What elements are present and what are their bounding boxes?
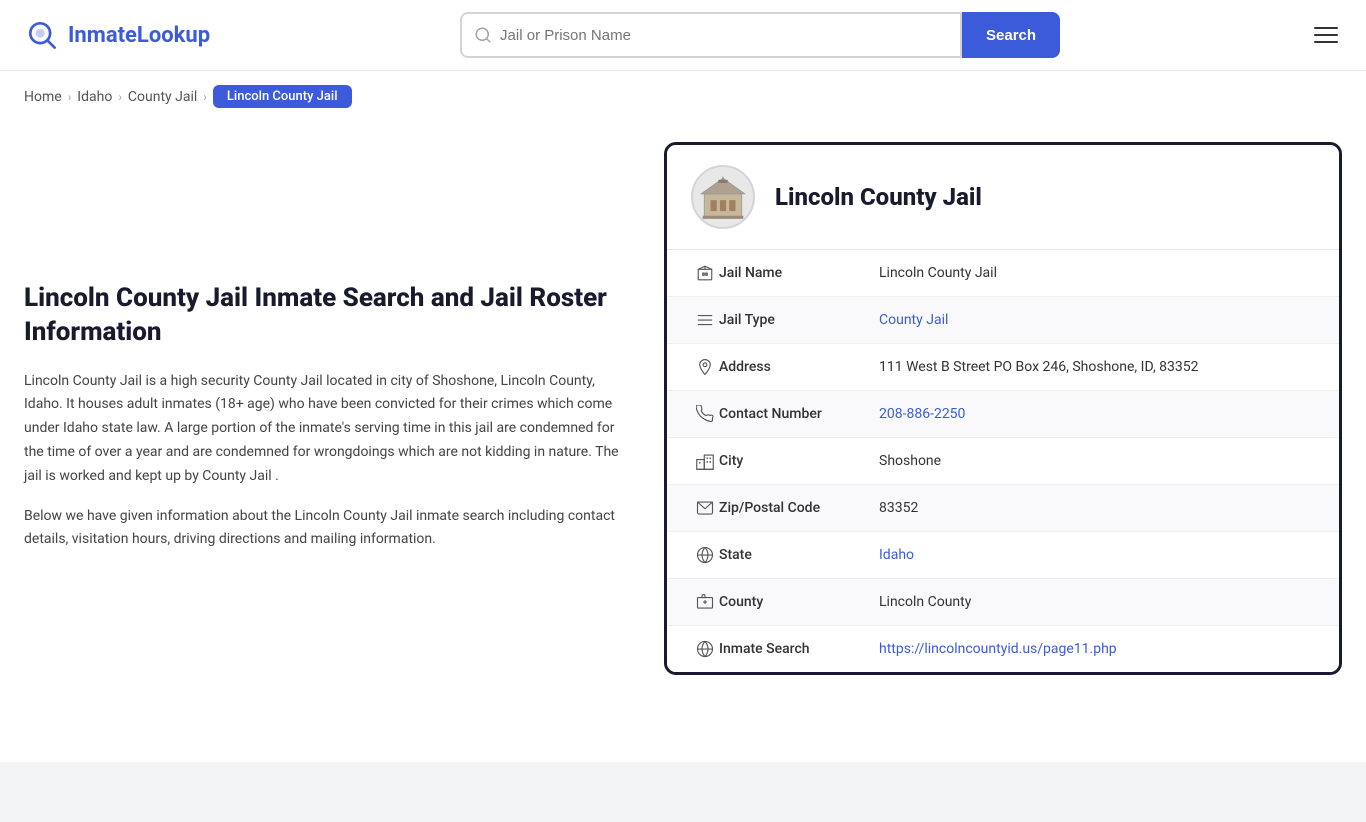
building-icon: [691, 264, 719, 282]
info-row-label: State: [719, 547, 879, 563]
right-panel: Lincoln County Jail Jail Name Lincoln Co…: [664, 142, 1342, 702]
info-row: Contact Number 208-886-2250: [667, 391, 1339, 438]
info-row-label: Jail Type: [719, 312, 879, 328]
mail-icon: [691, 499, 719, 517]
web-icon: [691, 640, 719, 658]
info-row-value-cell: Shoshone: [879, 453, 1315, 469]
info-row-label: Inmate Search: [719, 641, 879, 657]
info-row: City Shoshone: [667, 438, 1339, 485]
hamburger-menu[interactable]: [1310, 23, 1342, 47]
info-row-value: Lincoln County: [879, 594, 971, 610]
search-button[interactable]: Search: [962, 12, 1060, 58]
info-row-value: Lincoln County Jail: [879, 265, 997, 281]
chevron-icon-1: ›: [68, 90, 72, 104]
info-row-value-cell: 111 West B Street PO Box 246, Shoshone, …: [879, 359, 1315, 375]
footer-bar: [0, 762, 1366, 822]
info-row-value-cell: Lincoln County Jail: [879, 265, 1315, 281]
info-row-link[interactable]: County Jail: [879, 312, 948, 328]
info-card: Lincoln County Jail Jail Name Lincoln Co…: [664, 142, 1342, 675]
info-row-link[interactable]: https://lincolncountyid.us/page11.php: [879, 641, 1117, 657]
hamburger-line-1: [1314, 27, 1338, 29]
search-input[interactable]: [500, 27, 948, 44]
search-input-wrapper: [460, 12, 962, 58]
info-row-value-cell: 208-886-2250: [879, 406, 1315, 422]
hamburger-line-3: [1314, 41, 1338, 43]
info-row-value: 83352: [879, 500, 918, 516]
location-icon: [691, 358, 719, 376]
info-row-label: Jail Name: [719, 265, 879, 281]
jail-avatar: [691, 165, 755, 229]
breadcrumb-active: Lincoln County Jail: [213, 85, 352, 108]
breadcrumb: Home › Idaho › County Jail › Lincoln Cou…: [0, 71, 1366, 122]
description-paragraph-1: Lincoln County Jail is a high security C…: [24, 370, 624, 489]
info-row-value: Shoshone: [879, 453, 941, 469]
info-row-value-cell: Idaho: [879, 547, 1315, 563]
info-row-link[interactable]: 208-886-2250: [879, 406, 965, 422]
globe-icon: [691, 546, 719, 564]
info-card-header: Lincoln County Jail: [667, 145, 1339, 250]
info-row-value-cell: Lincoln County: [879, 594, 1315, 610]
info-row: Jail Type County Jail: [667, 297, 1339, 344]
info-row: Zip/Postal Code 83352: [667, 485, 1339, 532]
list-icon: [691, 311, 719, 329]
info-rows-container: Jail Name Lincoln County Jail Jail Type …: [667, 250, 1339, 672]
info-row: Jail Name Lincoln County Jail: [667, 250, 1339, 297]
breadcrumb-idaho[interactable]: Idaho: [77, 89, 112, 105]
county-icon: [691, 593, 719, 611]
info-row-link[interactable]: Idaho: [879, 547, 914, 563]
info-row: State Idaho: [667, 532, 1339, 579]
info-row-label: Contact Number: [719, 406, 879, 422]
info-row-value: 111 West B Street PO Box 246, Shoshone, …: [879, 359, 1199, 375]
search-icon: [474, 26, 492, 44]
info-row-label: City: [719, 453, 879, 469]
left-panel: Lincoln County Jail Inmate Search and Ja…: [24, 142, 664, 702]
breadcrumb-home[interactable]: Home: [24, 89, 62, 105]
courthouse-icon: [698, 172, 748, 222]
logo-icon: [24, 17, 60, 53]
info-row-value-cell: County Jail: [879, 312, 1315, 328]
page-heading: Lincoln County Jail Inmate Search and Ja…: [24, 282, 624, 350]
info-row-value-cell: https://lincolncountyid.us/page11.php: [879, 641, 1315, 657]
chevron-icon-3: ›: [203, 90, 207, 104]
search-area: Search: [460, 12, 1060, 58]
info-card-title: Lincoln County Jail: [775, 183, 982, 211]
info-row: County Lincoln County: [667, 579, 1339, 626]
logo-text: InmateLookup: [68, 23, 210, 48]
info-row: Address 111 West B Street PO Box 246, Sh…: [667, 344, 1339, 391]
main-content: Lincoln County Jail Inmate Search and Ja…: [0, 122, 1366, 722]
header: InmateLookup Search: [0, 0, 1366, 71]
info-row: Inmate Search https://lincolncountyid.us…: [667, 626, 1339, 672]
phone-icon: [691, 405, 719, 423]
city-icon: [691, 452, 719, 470]
info-row-label: County: [719, 594, 879, 610]
info-row-label: Zip/Postal Code: [719, 500, 879, 516]
hamburger-line-2: [1314, 34, 1338, 36]
chevron-icon-2: ›: [118, 90, 122, 104]
breadcrumb-county-jail[interactable]: County Jail: [128, 89, 197, 105]
description-paragraph-2: Below we have given information about th…: [24, 505, 624, 553]
info-row-value-cell: 83352: [879, 500, 1315, 516]
logo[interactable]: InmateLookup: [24, 17, 210, 53]
info-row-label: Address: [719, 359, 879, 375]
